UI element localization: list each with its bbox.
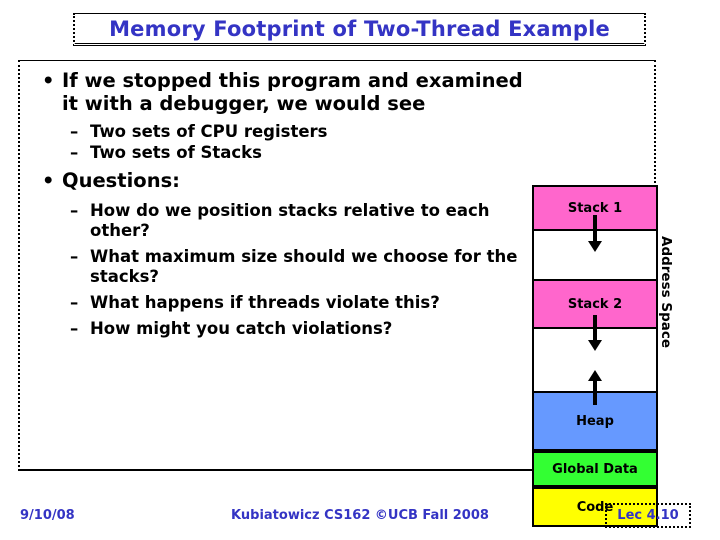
heap-grow-up-arrow-icon xyxy=(587,370,602,381)
heap-grow-arrow-shaft xyxy=(593,379,597,405)
footer-lecture-box: Lec 4.10 xyxy=(605,503,691,528)
bullet-marker-icon: • xyxy=(42,69,55,92)
address-space-bracket: Address Space xyxy=(654,197,678,387)
dash-marker-icon: – xyxy=(70,247,79,266)
stack1-grow-arrow-shaft xyxy=(593,215,597,243)
slide-content-box: • If we stopped this program and examine… xyxy=(18,60,674,527)
bullet-item-2: – Two sets of CPU registers xyxy=(32,122,532,142)
memory-block-label: Stack 1 xyxy=(567,200,623,216)
memory-layout-diagram: Stack 1 Stack 2 Heap Global Data Code xyxy=(532,185,658,527)
footer-lecture-number: Lec 4.10 xyxy=(617,508,679,523)
memory-block-label: Stack 2 xyxy=(567,296,623,312)
bullet-text: Questions: xyxy=(62,169,180,192)
bullet-item-4: • Questions: xyxy=(32,169,532,192)
memory-block-global-data: Global Data xyxy=(532,451,658,487)
bullet-text: If we stopped this program and examined … xyxy=(62,69,523,115)
bullet-marker-icon: • xyxy=(42,169,55,192)
bullet-item-5: – How do we position stacks relative to … xyxy=(32,201,532,241)
dash-marker-icon: – xyxy=(70,122,79,141)
bullet-text: Two sets of CPU registers xyxy=(90,122,328,141)
bullet-text: What maximum size should we choose for t… xyxy=(90,247,518,286)
memory-block-label: Global Data xyxy=(552,461,638,477)
stack1-grow-down-arrow-icon xyxy=(587,241,602,252)
dash-marker-icon: – xyxy=(70,143,79,162)
dash-marker-icon: – xyxy=(70,293,79,312)
dash-marker-icon: – xyxy=(70,319,79,338)
page-title: Memory Footprint of Two-Thread Example xyxy=(109,16,610,41)
bullet-text: How do we position stacks relative to ea… xyxy=(90,201,490,240)
bullet-item-1: • If we stopped this program and examine… xyxy=(32,69,532,115)
bullet-item-7: – What happens if threads violate this? xyxy=(32,293,532,313)
stack2-grow-down-arrow-icon xyxy=(587,340,602,351)
bullet-list: • If we stopped this program and examine… xyxy=(32,69,532,340)
slide-title-box: Memory Footprint of Two-Thread Example xyxy=(73,13,646,46)
stack2-grow-arrow-shaft xyxy=(593,315,597,342)
dash-marker-icon: – xyxy=(70,201,79,220)
address-space-label: Address Space xyxy=(658,235,675,349)
memory-block-label: Heap xyxy=(576,413,614,429)
bullet-item-6: – What maximum size should we choose for… xyxy=(32,247,532,287)
bullet-item-3: – Two sets of Stacks xyxy=(32,143,532,163)
bullet-text: Two sets of Stacks xyxy=(90,143,262,162)
bullet-text: How might you catch violations? xyxy=(90,319,393,338)
bullet-item-8: – How might you catch violations? xyxy=(32,319,532,339)
bullet-text: What happens if threads violate this? xyxy=(90,293,440,312)
